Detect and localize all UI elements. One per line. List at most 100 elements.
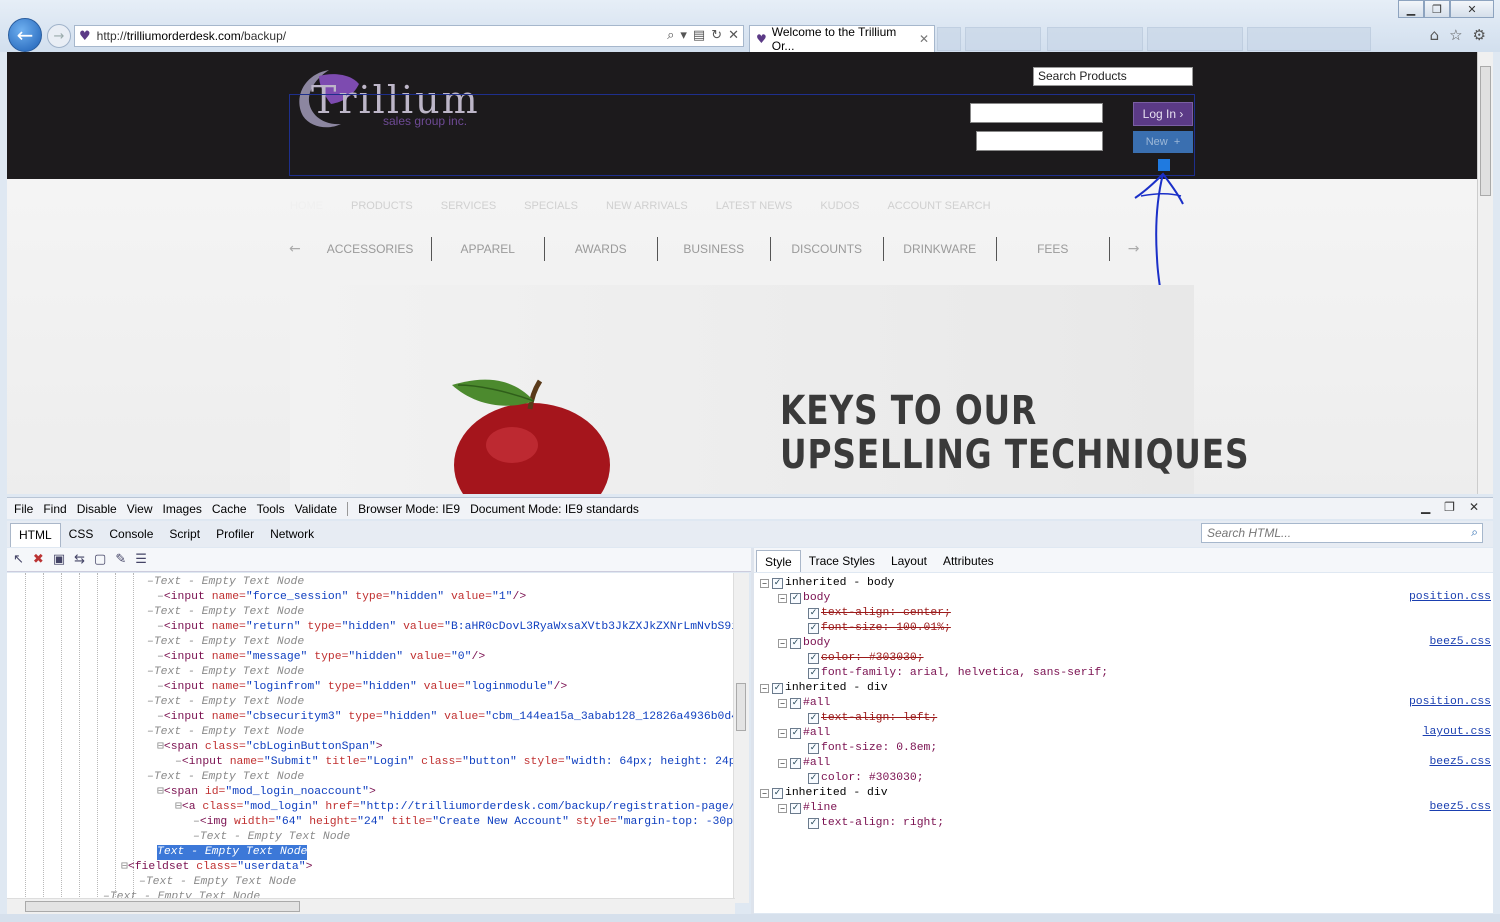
css-property[interactable]: ✓ font-size: 0.8em; [808, 741, 937, 756]
arrow-left-icon[interactable]: ← [287, 241, 311, 257]
dom-node[interactable]: –<input name="force_session" type="hidde… [157, 590, 526, 605]
css-file-link[interactable]: beez5.css [1429, 636, 1491, 648]
tab-console[interactable]: Console [101, 523, 161, 547]
tab-layout[interactable]: Layout [883, 550, 935, 572]
dom-node[interactable]: –Text - Empty Text Node [147, 695, 304, 710]
background-tab[interactable] [1247, 27, 1371, 51]
word-wrap-icon[interactable]: ☰ [135, 552, 147, 567]
category-business[interactable]: BUSINESS [658, 237, 771, 261]
css-property[interactable]: ✓ font-size: 100.01%; [808, 621, 951, 636]
css-file-link[interactable]: position.css [1409, 591, 1491, 603]
dropdown-icon[interactable]: ▾ [680, 28, 687, 43]
dom-node[interactable]: ⊟<fieldset class="userdata"> [121, 860, 312, 875]
new-tab-button[interactable] [937, 27, 961, 51]
css-rule[interactable]: − ✓ body [778, 591, 830, 606]
address-bar[interactable]: ♥ http://trilliumorderdesk.com/backup/ ⌕… [74, 25, 744, 47]
nav-latest-news[interactable]: LATEST NEWS [716, 200, 793, 212]
forward-arrow-icon[interactable]: → [47, 24, 71, 48]
category-accessories[interactable]: ACCESSORIES [311, 237, 432, 261]
edit-icon[interactable]: ✎ [115, 552, 126, 567]
dom-node[interactable]: –<input name="loginfrom" type="hidden" v… [157, 680, 567, 695]
css-file-link[interactable]: beez5.css [1429, 801, 1491, 813]
search-products-input[interactable]: Search Products [1033, 67, 1193, 86]
dom-node[interactable]: ⊟<span id="mod_login_noaccount"> [157, 785, 376, 800]
css-rule[interactable]: − ✓ #all [778, 756, 830, 771]
background-tab[interactable] [1147, 27, 1243, 51]
css-file-link[interactable]: beez5.css [1429, 756, 1491, 768]
html-tree-pane[interactable]: –Text - Empty Text Node –<input name="for… [7, 573, 747, 903]
css-property[interactable]: ✓ color: #303030; [808, 651, 924, 666]
dom-node[interactable]: Text - Empty Text Node [157, 845, 308, 860]
category-drinkware[interactable]: DRINKWARE [884, 237, 997, 261]
dom-node[interactable]: –Text - Empty Text Node [147, 770, 304, 785]
search-html-input[interactable]: Search HTML... ⌕ [1201, 523, 1483, 543]
css-file-link[interactable]: position.css [1409, 696, 1491, 708]
minimize-icon[interactable]: ▁ [1398, 0, 1424, 18]
dom-node[interactable]: –Text - Empty Text Node [139, 875, 296, 890]
dom-node[interactable]: –Text - Empty Text Node [193, 830, 350, 845]
tab-close-icon[interactable]: ✕ [919, 32, 929, 46]
inherited-group[interactable]: − ✓ inherited - div [760, 681, 888, 696]
menu-find[interactable]: Find [43, 502, 66, 516]
refresh-dom-icon[interactable]: ⇆ [74, 552, 85, 567]
css-rule[interactable]: − ✓ #all [778, 696, 830, 711]
html-horizontal-scrollbar[interactable] [7, 898, 735, 914]
menu-file[interactable]: File [14, 502, 33, 516]
tab-trace-styles[interactable]: Trace Styles [801, 550, 883, 572]
save-icon[interactable]: ▣ [53, 552, 65, 567]
html-vertical-scrollbar[interactable] [733, 573, 749, 903]
devtools-close-icon[interactable]: ✕ [1469, 500, 1479, 514]
home-icon[interactable]: ⌂ [1430, 26, 1440, 44]
tab-css[interactable]: CSS [61, 523, 102, 547]
dom-node[interactable]: –<input name="message" type="hidden" val… [157, 650, 485, 665]
maximize-icon[interactable]: ❐ [1424, 0, 1450, 18]
css-property[interactable]: ✓ text-align: left; [808, 711, 937, 726]
category-apparel[interactable]: APPAREL [432, 237, 545, 261]
clear-outline-icon[interactable]: ✖ [33, 552, 44, 567]
dom-node[interactable]: –<img width="64" height="24" title="Crea… [193, 815, 747, 830]
dom-node[interactable]: ⊟<a class="mod_login" href="http://trill… [175, 800, 747, 815]
tab-welcome[interactable]: ♥ Welcome to the Trillium Or... ✕ [749, 25, 935, 53]
menu-images[interactable]: Images [163, 502, 202, 516]
page-vertical-scrollbar[interactable] [1477, 52, 1493, 494]
css-rule[interactable]: − ✓ #line [778, 801, 837, 816]
nav-kudos[interactable]: KUDOS [820, 200, 859, 212]
dom-node[interactable]: –<input name="return" type="hidden" valu… [157, 620, 747, 635]
nav-account-search[interactable]: ACCOUNT SEARCH [887, 200, 990, 212]
tab-attributes[interactable]: Attributes [935, 550, 1002, 572]
dom-node[interactable]: –Text - Empty Text Node [147, 605, 304, 620]
menu-view[interactable]: View [127, 502, 153, 516]
tab-profiler[interactable]: Profiler [208, 523, 262, 547]
compat-view-icon[interactable]: ▤ [693, 28, 705, 43]
category-discounts[interactable]: DISCOUNTS [771, 237, 884, 261]
css-property[interactable]: ✓ text-align: right; [808, 816, 944, 831]
css-property[interactable]: ✓ text-align: center; [808, 606, 951, 621]
css-file-link[interactable]: layout.css [1423, 726, 1491, 738]
select-element-icon[interactable]: ↖ [13, 552, 24, 567]
css-property[interactable]: ✓ font-family: arial, helvetica, sans-ser… [808, 666, 1108, 681]
category-fees[interactable]: FEES [997, 237, 1110, 261]
dom-node[interactable]: –<input name="Submit" title="Login" clas… [175, 755, 747, 770]
stop-icon[interactable]: ✕ [728, 28, 739, 43]
css-property[interactable]: ✓ color: #303030; [808, 771, 924, 786]
nav-home[interactable]: HOME [290, 200, 323, 212]
nav-specials[interactable]: SPECIALS [524, 200, 578, 212]
search-icon[interactable]: ⌕ [667, 28, 674, 43]
tab-html[interactable]: HTML [10, 523, 61, 547]
close-icon[interactable]: ✕ [1450, 0, 1494, 18]
arrow-right-icon[interactable]: → [1110, 241, 1150, 257]
tab-network[interactable]: Network [262, 523, 322, 547]
menu-cache[interactable]: Cache [212, 502, 247, 516]
dom-node[interactable]: –<input name="cbsecuritym3" type="hidden… [157, 710, 747, 725]
favorites-star-icon[interactable]: ☆ [1449, 26, 1462, 44]
dom-node[interactable]: –Text - Empty Text Node [147, 635, 304, 650]
background-tab[interactable] [1047, 27, 1143, 51]
nav-new-arrivals[interactable]: NEW ARRIVALS [606, 200, 688, 212]
document-mode-menu[interactable]: Document Mode: IE9 standards [470, 502, 639, 516]
back-arrow-icon[interactable]: ← [8, 18, 42, 52]
tab-style[interactable]: Style [756, 550, 801, 572]
devtools-minimize-icon[interactable]: ▁ [1421, 500, 1430, 514]
tab-script[interactable]: Script [161, 523, 208, 547]
dom-node[interactable]: –Text - Empty Text Node [147, 665, 304, 680]
menu-tools[interactable]: Tools [257, 502, 285, 516]
